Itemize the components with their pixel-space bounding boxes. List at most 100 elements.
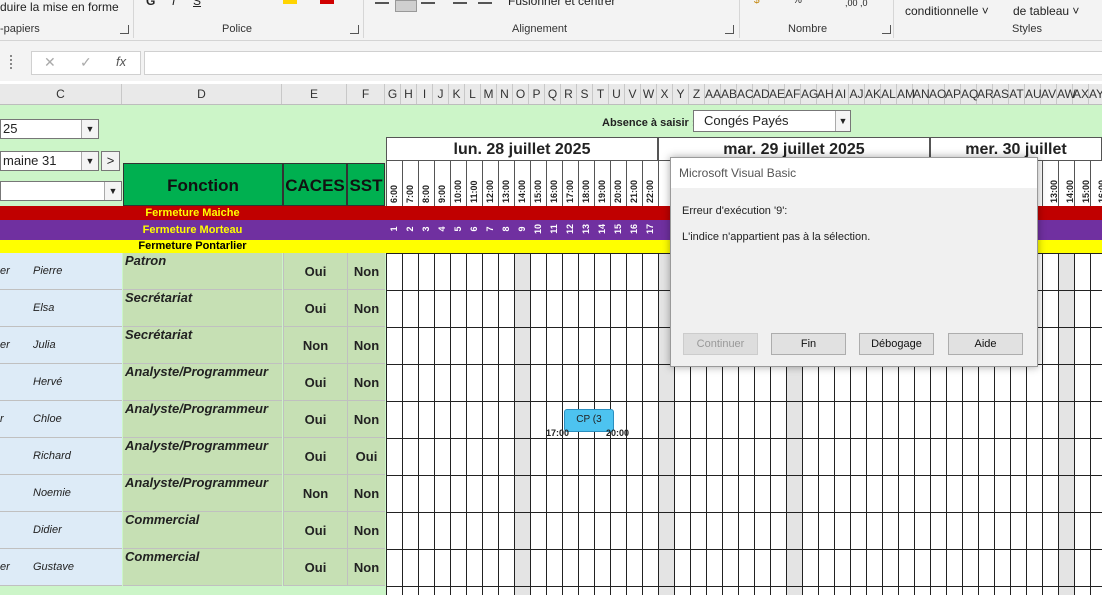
column-header-o[interactable]: O — [513, 84, 529, 104]
clipboard-launcher-icon[interactable] — [120, 25, 129, 34]
name-box-resize-icon[interactable] — [10, 55, 14, 69]
accounting-icon[interactable]: $ — [754, 0, 760, 6]
column-header-au[interactable]: AU — [1025, 84, 1042, 104]
employee-name-cell[interactable]: Hervé — [0, 364, 122, 401]
column-header-s[interactable]: S — [577, 84, 593, 104]
column-header-ai[interactable]: AI — [833, 84, 849, 104]
column-header-al[interactable]: AL — [881, 84, 897, 104]
next-week-button[interactable]: > — [101, 151, 120, 171]
column-header-y[interactable]: Y — [673, 84, 689, 104]
column-header-k[interactable]: K — [449, 84, 465, 104]
column-header-z[interactable]: Z — [689, 84, 705, 104]
caces-cell[interactable]: Oui — [283, 401, 347, 438]
continue-button[interactable]: Continuer — [683, 333, 758, 355]
column-header-j[interactable]: J — [433, 84, 449, 104]
debug-button[interactable]: Débogage — [859, 333, 934, 355]
sst-cell[interactable]: Non — [347, 290, 385, 327]
caces-cell[interactable]: Oui — [283, 512, 347, 549]
merge-center-button[interactable]: Fusionner et centrer — [508, 0, 615, 8]
fonction-cell[interactable]: Analyste/Programmeur — [123, 438, 282, 475]
highlight-color-icon[interactable] — [283, 0, 297, 4]
conditional-format-button[interactable]: conditionnelle ˅ — [905, 4, 989, 18]
fonction-cell[interactable]: Secrétariat — [123, 290, 282, 327]
column-header-af[interactable]: AF — [785, 84, 801, 104]
absence-type-combo[interactable]: Congés Payés ▼ — [693, 110, 851, 132]
column-header-ap[interactable]: AP — [945, 84, 961, 104]
fonction-cell[interactable]: Analyste/Programmeur — [123, 401, 282, 438]
decrease-indent-icon[interactable] — [453, 2, 467, 4]
column-header-t[interactable]: T — [593, 84, 609, 104]
column-header-p[interactable]: P — [529, 84, 545, 104]
align-center-icon[interactable] — [395, 0, 417, 12]
column-header-i[interactable]: I — [417, 84, 433, 104]
column-header-e[interactable]: E — [282, 84, 347, 104]
year-combo[interactable]: 25 ▼ — [0, 119, 99, 139]
decimal-buttons[interactable]: ,00 ,0 — [845, 0, 868, 8]
column-header-ad[interactable]: AD — [753, 84, 770, 104]
sst-cell[interactable]: Oui — [347, 438, 385, 475]
italic-button[interactable]: I — [172, 0, 175, 8]
caces-cell[interactable]: Non — [283, 327, 347, 364]
column-header-aq[interactable]: AQ — [961, 84, 978, 104]
fonction-cell[interactable]: Analyste/Programmeur — [123, 475, 282, 512]
sst-cell[interactable]: Non — [347, 549, 385, 586]
column-header-ac[interactable]: AC — [737, 84, 754, 104]
number-launcher-icon[interactable] — [882, 25, 891, 34]
filter-combo[interactable]: ▼ — [0, 181, 122, 201]
caces-cell[interactable]: Oui — [283, 549, 347, 586]
chevron-down-icon[interactable]: ▼ — [835, 111, 850, 131]
employee-name-cell[interactable]: r Chloe — [0, 401, 122, 438]
employee-name-cell[interactable]: er Gustave — [0, 549, 122, 586]
fonction-cell[interactable]: Secrétariat — [123, 327, 282, 364]
chevron-down-icon[interactable]: ▼ — [104, 182, 121, 200]
column-header-av[interactable]: AV — [1041, 84, 1057, 104]
column-header-aj[interactable]: AJ — [849, 84, 865, 104]
sst-cell[interactable]: Non — [347, 475, 385, 512]
sst-cell[interactable]: Non — [347, 253, 385, 290]
alignment-launcher-icon[interactable] — [725, 25, 734, 34]
column-header-ak[interactable]: AK — [865, 84, 881, 104]
align-left-icon[interactable] — [375, 2, 389, 4]
align-right-icon[interactable] — [421, 2, 435, 4]
caces-cell[interactable]: Non — [283, 475, 347, 512]
column-header-u[interactable]: U — [609, 84, 625, 104]
bold-button[interactable]: G — [146, 0, 155, 8]
column-header-n[interactable]: N — [497, 84, 513, 104]
fonction-cell[interactable]: Commercial — [123, 549, 282, 586]
column-header-m[interactable]: M — [481, 84, 497, 104]
employee-name-cell[interactable]: Richard — [0, 438, 122, 475]
format-table-button[interactable]: de tableau ˅ — [1013, 4, 1079, 18]
column-header-at[interactable]: AT — [1009, 84, 1025, 104]
column-header-ag[interactable]: AG — [801, 84, 818, 104]
week-combo[interactable]: maine 31 ▼ — [0, 151, 99, 171]
column-header-ao[interactable]: AO — [929, 84, 946, 104]
column-header-f[interactable]: F — [347, 84, 385, 104]
fonction-cell[interactable]: Commercial — [123, 512, 282, 549]
column-header-aa[interactable]: AA — [705, 84, 721, 104]
caces-cell[interactable]: Oui — [283, 364, 347, 401]
column-header-as[interactable]: AS — [993, 84, 1009, 104]
column-header-an[interactable]: AN — [913, 84, 930, 104]
chevron-down-icon[interactable]: ▼ — [81, 152, 98, 170]
employee-name-cell[interactable]: Noemie — [0, 475, 122, 512]
font-launcher-icon[interactable] — [350, 25, 359, 34]
column-header-aw[interactable]: AW — [1057, 84, 1076, 104]
fonction-cell[interactable]: Analyste/Programmeur — [123, 364, 282, 401]
formula-input[interactable] — [144, 51, 1102, 75]
increase-indent-icon[interactable] — [478, 2, 492, 4]
column-header-h[interactable]: H — [401, 84, 417, 104]
underline-button[interactable]: S — [193, 0, 201, 8]
employee-name-cell[interactable]: er Pierre — [0, 253, 122, 290]
confirm-icon[interactable]: ✓ — [80, 54, 92, 71]
column-header-l[interactable]: L — [465, 84, 481, 104]
sst-cell[interactable]: Non — [347, 327, 385, 364]
format-painter-button[interactable]: duire la mise en forme — [0, 0, 119, 14]
end-button[interactable]: Fin — [771, 333, 846, 355]
column-header-ar[interactable]: AR — [977, 84, 994, 104]
column-header-c[interactable]: C — [0, 84, 122, 104]
column-header-ay[interactable]: AY — [1089, 84, 1102, 104]
column-header-d[interactable]: D — [122, 84, 282, 104]
employee-name-cell[interactable]: er Julia — [0, 327, 122, 364]
sst-cell[interactable]: Non — [347, 512, 385, 549]
chevron-down-icon[interactable]: ▼ — [81, 120, 98, 138]
